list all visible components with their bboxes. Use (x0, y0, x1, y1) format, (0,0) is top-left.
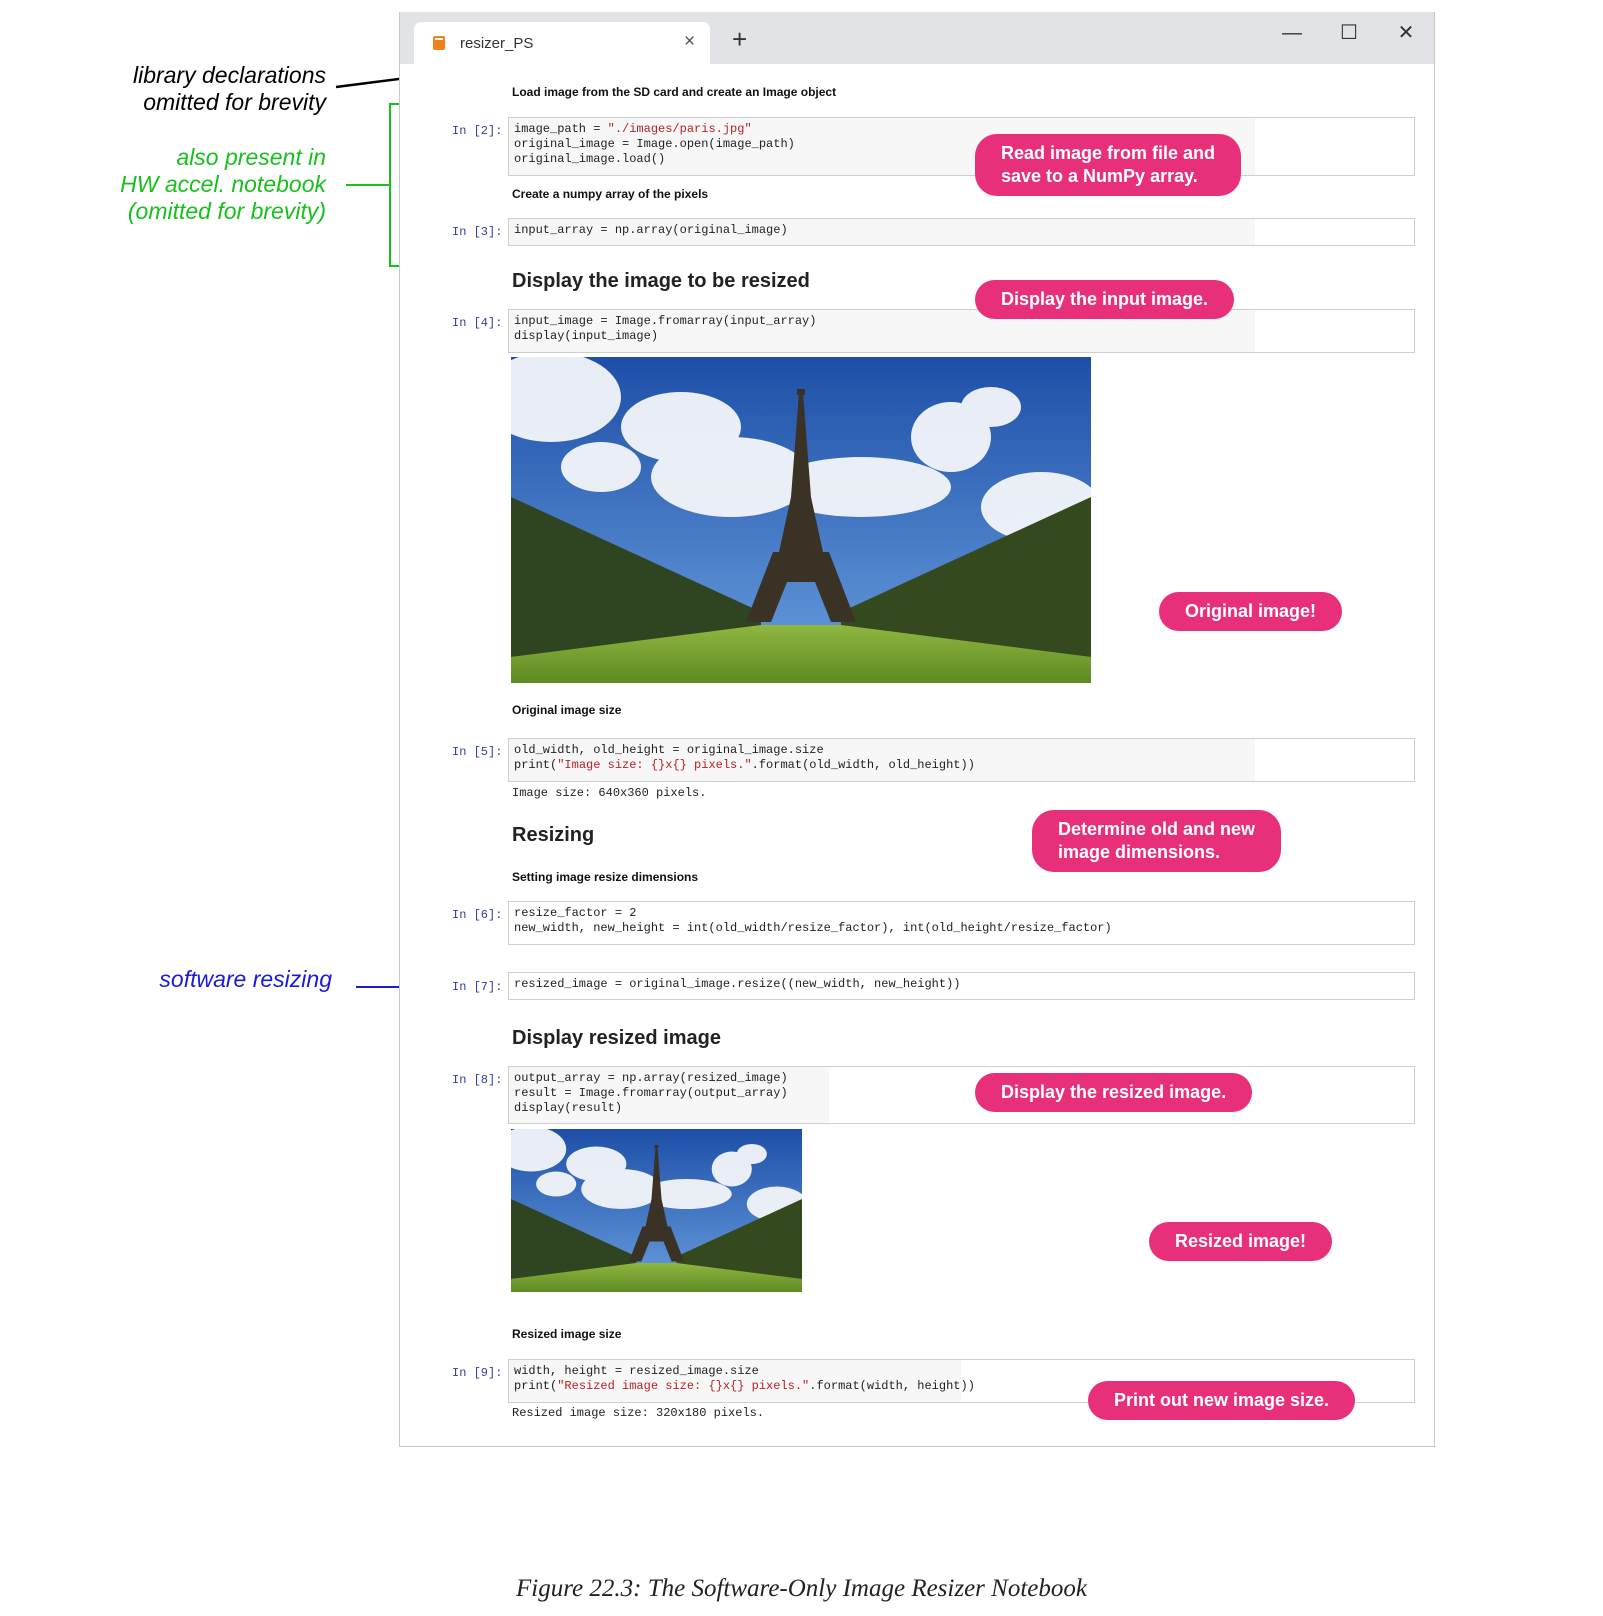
code-cell-7-source: resized_image = original_image.resize((n… (514, 977, 961, 991)
code-cell-3[interactable]: input_array = np.array(original_image) (508, 218, 1415, 246)
code-cell-8-source: output_array = np.array(resized_image) r… (514, 1071, 788, 1115)
callout-print-size: Print out new image size. (1088, 1381, 1356, 1420)
tab-resizer-ps[interactable]: resizer_PS × (414, 22, 710, 66)
tab-close-icon[interactable]: × (684, 31, 695, 53)
callout-read-line1: Read image from file and (1001, 143, 1216, 163)
heading-display-image: Display the image to be resized (512, 270, 810, 292)
callout-read-image: Read image from file and save to a NumPy… (975, 134, 1242, 196)
prompt-in-4: In [4]: (452, 316, 503, 330)
callout-read-line2: save to a NumPy array. (1001, 166, 1198, 186)
callout-dims-line1: Determine old and new (1058, 819, 1256, 839)
close-window-button[interactable]: ✕ (1386, 18, 1426, 48)
code-cell-9-source: width, height = resized_image.size print… (514, 1364, 975, 1393)
code-cell-6[interactable]: resize_factor = 2 new_width, new_height … (508, 901, 1415, 945)
code-cell-3-source: input_array = np.array(original_image) (514, 223, 788, 237)
original-eiffel-image (511, 357, 1091, 683)
notebook-book-icon (433, 36, 445, 50)
prompt-in-2: In [2]: (452, 124, 503, 138)
callout-determine-dims: Determine old and new image dimensions. (1032, 810, 1282, 872)
heading-resizing: Resizing (512, 824, 595, 846)
code-cell-2-source: image_path = "./images/paris.jpg" origin… (514, 122, 795, 166)
code-cell-2[interactable]: image_path = "./images/paris.jpg" origin… (508, 117, 1415, 176)
output-cell-9: Resized image size: 320x180 pixels. (512, 1406, 765, 1420)
callout-display-resized: Display the resized image. (975, 1073, 1253, 1112)
code-cell-5[interactable]: old_width, old_height = original_image.s… (508, 738, 1415, 782)
code-cell-4[interactable]: input_image = Image.fromarray(input_arra… (508, 309, 1415, 353)
callout-resized-image: Resized image! (1149, 1222, 1333, 1261)
code-cell-8[interactable]: output_array = np.array(resized_image) r… (508, 1066, 1415, 1124)
heading-display-resized: Display resized image (512, 1027, 721, 1049)
code-cell-5-source: old_width, old_height = original_image.s… (514, 743, 975, 772)
markdown-load-image: Load image from the SD card and create a… (512, 85, 837, 99)
prompt-in-8: In [8]: (452, 1073, 503, 1087)
figure-caption: Figure 22.3: The Software-Only Image Res… (516, 1575, 1087, 1602)
markdown-original-size: Original image size (512, 703, 622, 717)
prompt-in-7: In [7]: (452, 980, 503, 994)
new-tab-button[interactable]: + (732, 26, 747, 52)
callout-original-image: Original image! (1159, 592, 1343, 631)
markdown-resized-size: Resized image size (512, 1327, 622, 1341)
output-cell-5: Image size: 640x360 pixels. (512, 786, 707, 800)
resized-eiffel-image (511, 1129, 802, 1292)
code-cell-4-source: input_image = Image.fromarray(input_arra… (514, 314, 817, 343)
minimize-button[interactable]: — (1272, 18, 1312, 48)
prompt-in-5: In [5]: (452, 745, 503, 759)
prompt-in-9: In [9]: (452, 1366, 503, 1380)
callout-display-input: Display the input image. (975, 280, 1235, 319)
code-cell-7[interactable]: resized_image = original_image.resize((n… (508, 972, 1415, 1000)
prompt-in-3: In [3]: (452, 225, 503, 239)
title-bar: resizer_PS × + — ☐ ✕ (400, 12, 1434, 66)
prompt-in-6: In [6]: (452, 908, 503, 922)
code-cell-6-source: resize_factor = 2 new_width, new_height … (514, 906, 1112, 935)
maximize-button[interactable]: ☐ (1329, 18, 1369, 48)
markdown-setting-dimensions: Setting image resize dimensions (512, 870, 699, 884)
markdown-create-numpy: Create a numpy array of the pixels (512, 187, 709, 201)
tab-title: resizer_PS (460, 35, 534, 52)
callout-dims-line2: image dimensions. (1058, 842, 1221, 862)
